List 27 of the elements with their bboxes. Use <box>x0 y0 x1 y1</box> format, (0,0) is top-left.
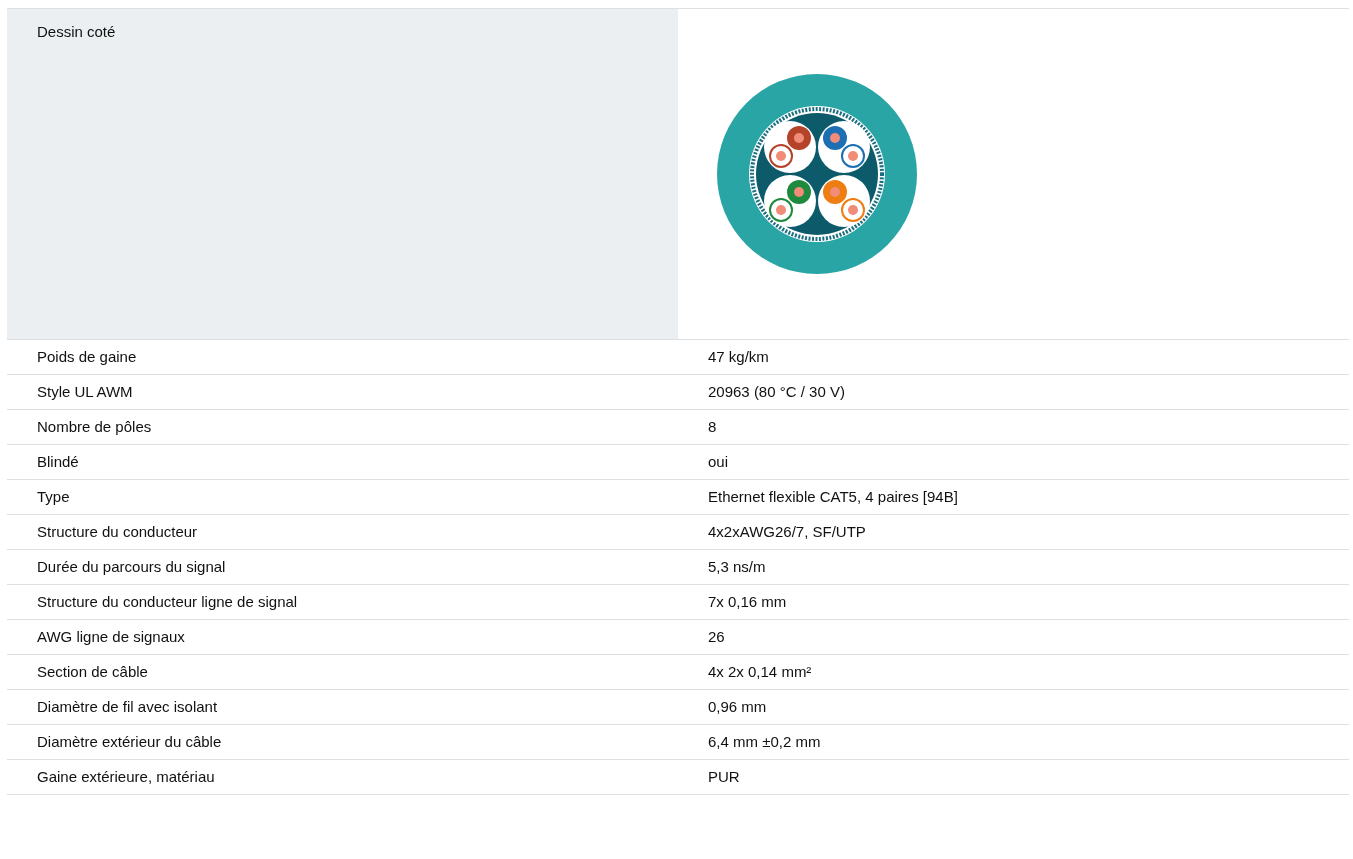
row-label: Durée du parcours du signal <box>37 558 226 576</box>
row-value: Ethernet flexible CAT5, 4 paires [94B] <box>708 488 958 506</box>
row-value: 5,3 ns/m <box>708 558 766 576</box>
row-label: Blindé <box>37 453 79 471</box>
row-value: PUR <box>708 768 740 786</box>
row-label: Gaine extérieure, matériau <box>37 768 215 786</box>
row-label: Diamètre de fil avec isolant <box>37 698 218 716</box>
row-label: Poids de gaine <box>37 348 137 366</box>
row-label: Dessin coté <box>37 23 116 41</box>
row-value: 20963 (80 °C / 30 V) <box>708 383 845 401</box>
row-value: 26 <box>708 628 725 646</box>
row-value: 0,96 mm <box>708 698 767 716</box>
row-label: Diamètre extérieur du câble <box>37 733 222 751</box>
row-label: Style UL AWM <box>37 383 133 401</box>
row-value: 6,4 mm ±0,2 mm <box>708 733 821 751</box>
row-label: Structure du conducteur ligne de signal <box>37 593 298 611</box>
row-value: 4x2xAWG26/7, SF/UTP <box>708 523 866 541</box>
row-label: AWG ligne de signaux <box>37 628 185 646</box>
row-value: 8 <box>708 418 717 436</box>
row-label: Section de câble <box>37 663 148 681</box>
row-value: 7x 0,16 mm <box>708 593 787 611</box>
row-label: Nombre de pôles <box>37 418 152 436</box>
row-value: 4x 2x 0,14 mm² <box>708 663 812 681</box>
row-label: Type <box>37 488 70 506</box>
row-value: 47 kg/km <box>708 348 769 366</box>
row-value: oui <box>708 453 729 471</box>
row-label: Structure du conducteur <box>37 523 198 541</box>
